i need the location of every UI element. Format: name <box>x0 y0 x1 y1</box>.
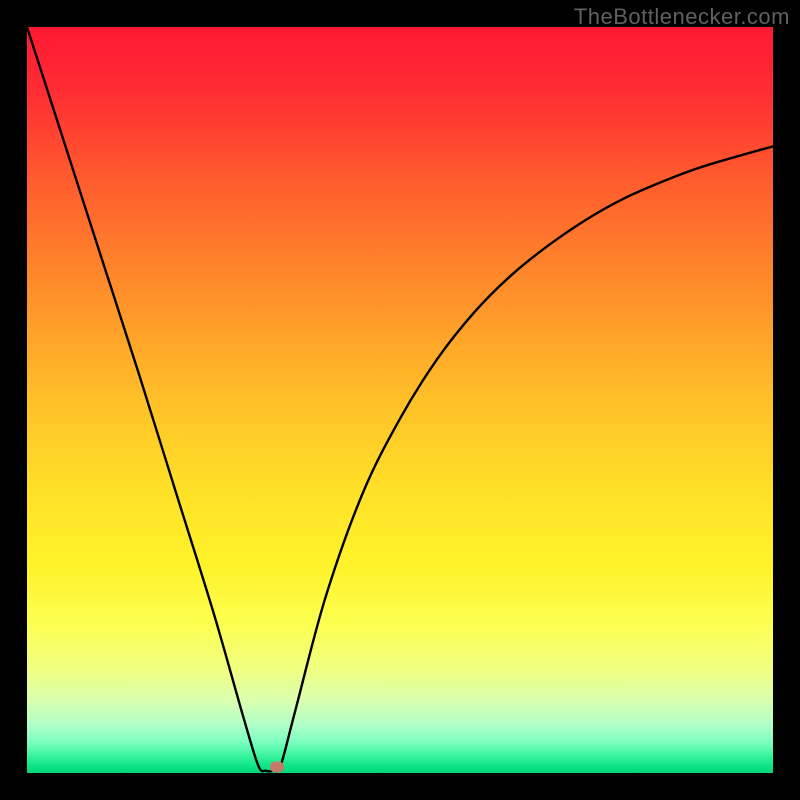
plot-area <box>27 27 773 773</box>
watermark-text: TheBottlenecker.com <box>574 4 790 30</box>
chart-frame: TheBottlenecker.com <box>0 0 800 800</box>
optimal-point-marker <box>270 762 284 773</box>
bottleneck-curve <box>27 27 773 773</box>
